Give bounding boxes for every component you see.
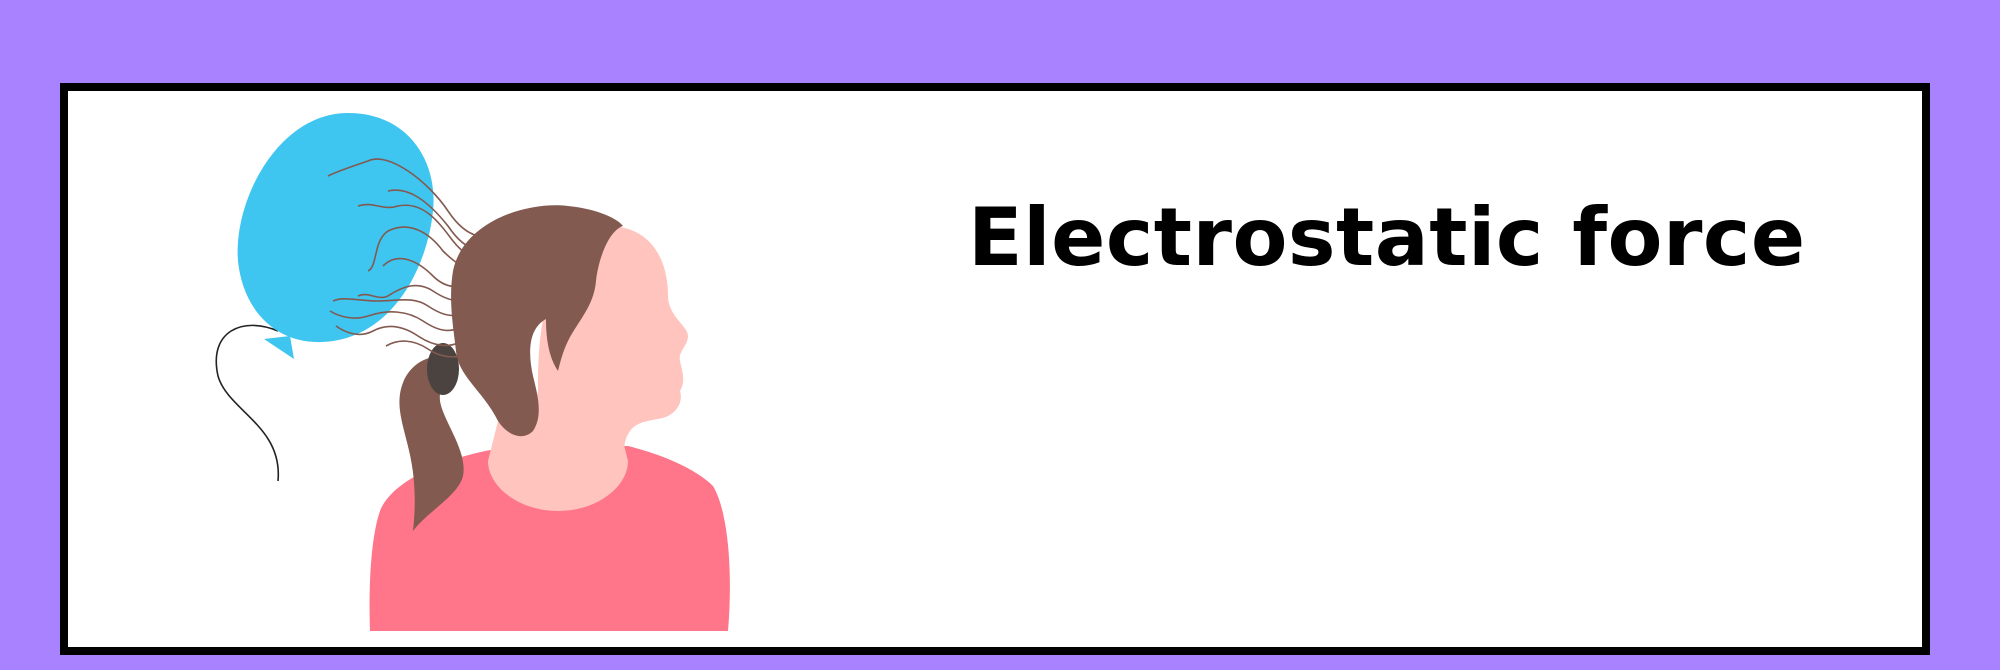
- balloon-knot: [264, 336, 294, 359]
- balloon-attracting-hair-icon: [215, 113, 730, 631]
- slide-panel: Electrostatic force: [60, 83, 1930, 655]
- slide-title: Electrostatic force: [968, 191, 1806, 284]
- balloon-string: [215, 324, 279, 482]
